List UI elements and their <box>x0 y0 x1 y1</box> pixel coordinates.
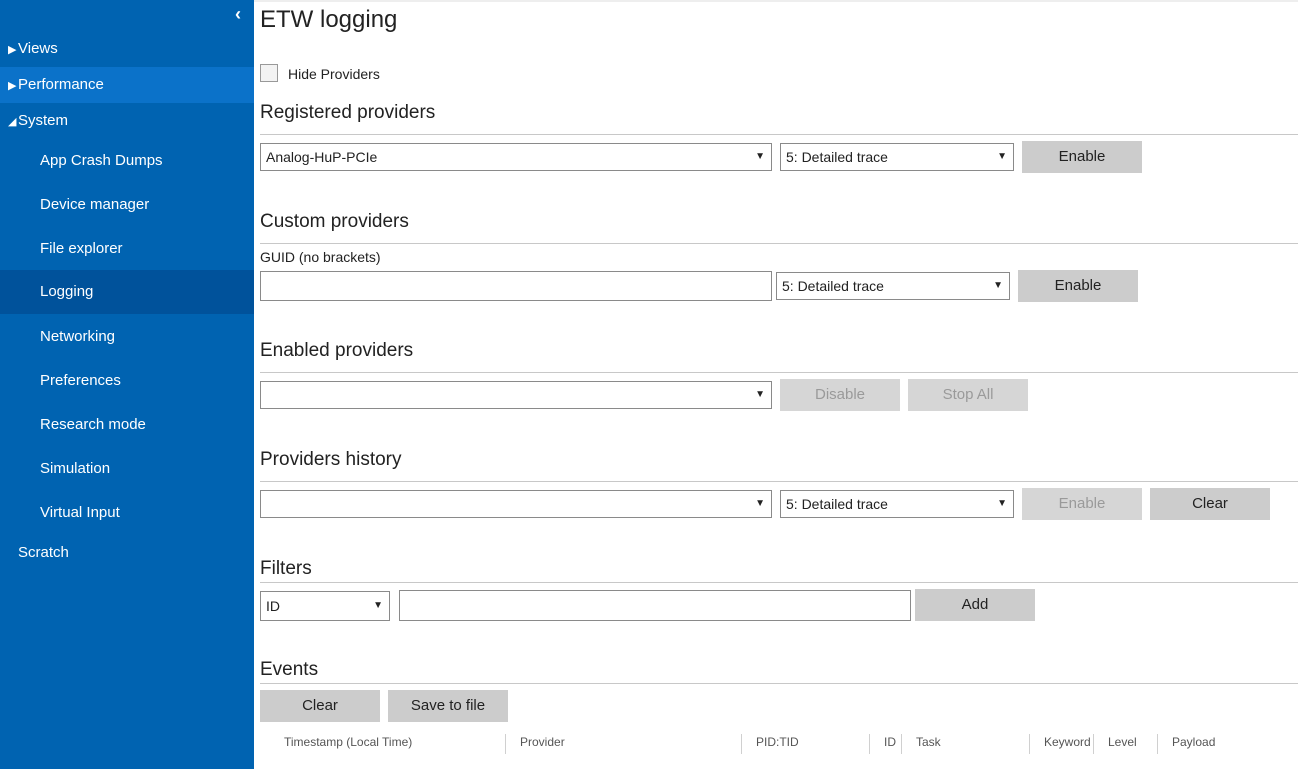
save-to-file-button[interactable]: Save to file <box>388 690 508 722</box>
enabled-providers-title: Enabled providers <box>260 340 414 361</box>
dropdown-arrow-icon: ▼ <box>755 389 765 400</box>
column-separator[interactable] <box>741 734 742 754</box>
column-header-id[interactable]: ID <box>884 735 896 749</box>
divider <box>260 372 1298 373</box>
dropdown-arrow-icon: ▼ <box>997 151 1007 162</box>
column-header-keyword[interactable]: Keyword <box>1044 735 1091 749</box>
events-title: Events <box>260 659 319 680</box>
sidebar-item-networking[interactable]: Networking <box>0 315 254 359</box>
column-header-task[interactable]: Task <box>916 735 941 749</box>
stop-all-button[interactable]: Stop All <box>908 379 1028 411</box>
registered-level-select[interactable]: 5: Detailed trace ▼ <box>780 143 1014 171</box>
filter-field-value: ID <box>266 598 280 614</box>
sidebar: ‹ ▶ Views ▶ Performance ◢ System App Crash … <box>0 0 254 769</box>
add-filter-button[interactable]: Add <box>915 589 1035 621</box>
chevron-left-icon[interactable]: ‹ <box>228 2 248 26</box>
registered-provider-select[interactable]: Analog-HuP-PCIe ▼ <box>260 143 772 171</box>
column-separator[interactable] <box>869 734 870 754</box>
column-separator[interactable] <box>1157 734 1158 754</box>
page-title: ETW logging <box>260 6 398 33</box>
sidebar-item-preferences[interactable]: Preferences <box>0 359 254 403</box>
sidebar-item-virtual-input[interactable]: Virtual Input <box>0 491 254 535</box>
divider <box>260 243 1298 244</box>
disable-button[interactable]: Disable <box>780 379 900 411</box>
column-separator[interactable] <box>901 734 902 754</box>
hide-providers-label: Hide Providers <box>288 66 380 82</box>
dropdown-arrow-icon: ▼ <box>755 498 765 509</box>
custom-enable-button[interactable]: Enable <box>1018 270 1138 302</box>
filter-value-input[interactable] <box>399 590 911 621</box>
column-header-payload[interactable]: Payload <box>1172 735 1215 749</box>
history-provider-select[interactable]: ▼ <box>260 490 772 518</box>
expand-arrow-icon: ▶ <box>8 80 17 92</box>
guid-label: GUID (no brackets) <box>260 249 381 265</box>
nav-system-label: System <box>18 112 69 129</box>
guid-input[interactable] <box>260 271 772 301</box>
divider <box>260 134 1298 135</box>
nav-system[interactable]: ◢ System <box>0 103 254 139</box>
main-content: ETW logging Hide Providers Registered pr… <box>254 0 1298 769</box>
history-level-value: 5: Detailed trace <box>786 496 888 512</box>
sidebar-item-simulation[interactable]: Simulation <box>0 447 254 491</box>
history-level-select[interactable]: 5: Detailed trace ▼ <box>780 490 1014 518</box>
collapse-arrow-icon: ◢ <box>8 116 17 128</box>
hide-providers-checkbox[interactable] <box>260 64 278 82</box>
dropdown-arrow-icon: ▼ <box>755 151 765 162</box>
dropdown-arrow-icon: ▼ <box>993 280 1003 291</box>
registered-provider-value: Analog-HuP-PCIe <box>266 149 378 165</box>
providers-history-title: Providers history <box>260 449 402 470</box>
column-header-pid-tid[interactable]: PID:TID <box>756 735 799 749</box>
column-header-level[interactable]: Level <box>1108 735 1137 749</box>
history-enable-button[interactable]: Enable <box>1022 488 1142 520</box>
column-separator[interactable] <box>505 734 506 754</box>
nav-performance[interactable]: ▶ Performance <box>0 67 254 103</box>
custom-level-value: 5: Detailed trace <box>782 278 884 294</box>
filter-field-select[interactable]: ID ▼ <box>260 591 390 621</box>
nav-scratch[interactable]: Scratch <box>0 535 254 571</box>
filters-title: Filters <box>260 558 312 579</box>
nav-views-label: Views <box>18 40 58 57</box>
enabled-provider-select[interactable]: ▼ <box>260 381 772 409</box>
divider <box>260 683 1298 684</box>
history-clear-button[interactable]: Clear <box>1150 488 1270 520</box>
divider <box>260 582 1298 583</box>
events-clear-button[interactable]: Clear <box>260 690 380 722</box>
dropdown-arrow-icon: ▼ <box>997 498 1007 509</box>
registered-providers-title: Registered providers <box>260 102 436 123</box>
column-separator[interactable] <box>1029 734 1030 754</box>
column-header-provider[interactable]: Provider <box>520 735 565 749</box>
sidebar-item-app-crash-dumps[interactable]: App Crash Dumps <box>0 139 254 183</box>
divider <box>260 481 1298 482</box>
nav-performance-label: Performance <box>18 76 104 93</box>
top-divider <box>254 0 1298 2</box>
dropdown-arrow-icon: ▼ <box>373 600 383 611</box>
sidebar-item-device-manager[interactable]: Device manager <box>0 183 254 227</box>
sidebar-item-research-mode[interactable]: Research mode <box>0 403 254 447</box>
sidebar-item-file-explorer[interactable]: File explorer <box>0 227 254 271</box>
nav-views[interactable]: ▶ Views <box>0 31 254 67</box>
column-header-timestamp[interactable]: Timestamp (Local Time) <box>284 735 412 749</box>
column-separator[interactable] <box>1093 734 1094 754</box>
registered-enable-button[interactable]: Enable <box>1022 141 1142 173</box>
sidebar-item-logging[interactable]: Logging <box>0 270 254 314</box>
registered-level-value: 5: Detailed trace <box>786 149 888 165</box>
expand-arrow-icon: ▶ <box>8 44 17 56</box>
custom-level-select[interactable]: 5: Detailed trace ▼ <box>776 272 1010 300</box>
custom-providers-title: Custom providers <box>260 211 409 232</box>
